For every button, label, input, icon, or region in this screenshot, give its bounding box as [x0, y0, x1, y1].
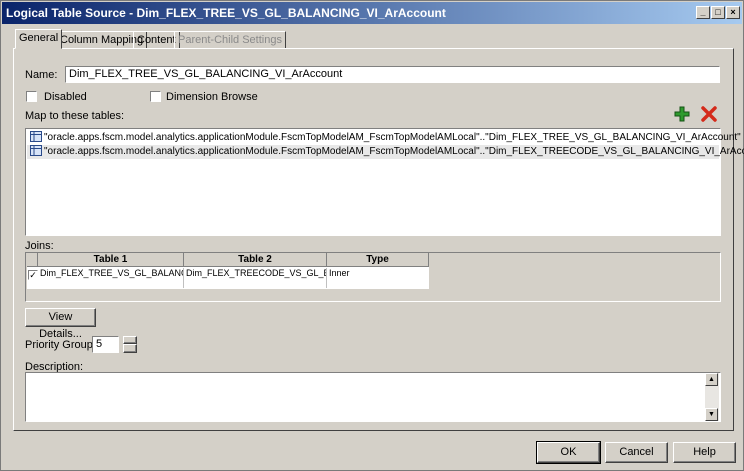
minimize-button[interactable]: _ — [696, 6, 710, 19]
priority-group-stepper[interactable] — [123, 336, 137, 353]
joins-header-type: Type — [327, 253, 429, 267]
dialog-window: Logical Table Source - Dim_FLEX_TREE_VS_… — [0, 0, 744, 471]
joins-table[interactable]: Table 1 Table 2 Type ✓ Dim_FLEX_TREE_VS_… — [25, 252, 721, 302]
joins-header-table1: Table 1 — [38, 253, 184, 267]
description-scrollbar[interactable]: ▲ ▼ — [705, 373, 719, 421]
disabled-label: Disabled — [44, 91, 87, 103]
priority-group-input[interactable]: 5 — [92, 336, 119, 353]
description-textarea[interactable]: ▲ ▼ — [25, 372, 721, 422]
join-row-checkbox[interactable]: ✓ — [28, 270, 38, 280]
stepper-down-button[interactable] — [123, 344, 137, 353]
title-bar[interactable]: Logical Table Source - Dim_FLEX_TREE_VS_… — [2, 2, 742, 24]
scroll-down-arrow-icon[interactable]: ▼ — [705, 408, 718, 421]
tab-general[interactable]: General — [15, 29, 63, 49]
name-input[interactable]: Dim_FLEX_TREE_VS_GL_BALANCING_VI_ArAccou… — [65, 66, 720, 83]
map-tables-label: Map to these tables: — [25, 110, 125, 122]
scroll-up-arrow-icon[interactable]: ▲ — [705, 373, 718, 386]
join-table1-cell[interactable]: Dim_FLEX_TREE_VS_GL_BALANCING_VI_ArAccou… — [39, 268, 184, 288]
map-table-text: "oracle.apps.fscm.model.analytics.applic… — [44, 146, 744, 157]
add-icon — [674, 106, 690, 122]
close-button[interactable]: × — [726, 6, 740, 19]
table-icon — [30, 131, 42, 142]
join-type-cell[interactable]: Inner — [328, 268, 429, 288]
joins-label: Joins: — [25, 240, 54, 252]
list-item[interactable]: "oracle.apps.fscm.model.analytics.applic… — [30, 131, 741, 145]
priority-group-label: Priority Group: — [25, 339, 96, 351]
dimension-browse-label: Dimension Browse — [166, 91, 258, 103]
cancel-button[interactable]: Cancel — [605, 442, 668, 463]
joins-select-header — [27, 253, 38, 267]
ok-button[interactable]: OK — [536, 441, 601, 464]
map-tables-list[interactable]: "oracle.apps.fscm.model.analytics.applic… — [25, 128, 744, 236]
maximize-button[interactable]: □ — [711, 6, 725, 19]
name-label: Name: — [25, 69, 58, 81]
add-table-button[interactable] — [674, 106, 690, 122]
map-table-text: "oracle.apps.fscm.model.analytics.applic… — [44, 132, 741, 143]
table-icon — [30, 145, 42, 156]
view-details-button[interactable]: View Details... — [25, 308, 96, 340]
tab-parent-child-settings: Parent-Child Settings — [174, 31, 286, 49]
stepper-up-button[interactable] — [123, 336, 137, 344]
joins-header-table2: Table 2 — [184, 253, 327, 267]
disabled-checkbox[interactable] — [26, 91, 37, 102]
tab-content[interactable]: Content — [133, 31, 180, 49]
general-panel: Name: Dim_FLEX_TREE_VS_GL_BALANCING_VI_A… — [13, 48, 744, 431]
priority-group-value: 5 — [96, 338, 103, 350]
name-input-value: Dim_FLEX_TREE_VS_GL_BALANCING_VI_ArAccou… — [69, 68, 343, 80]
help-button[interactable]: Help — [673, 442, 736, 463]
list-item[interactable]: "oracle.apps.fscm.model.analytics.applic… — [27, 145, 744, 159]
dimension-browse-checkbox[interactable] — [150, 91, 161, 102]
joins-grid: Table 1 Table 2 Type ✓ Dim_FLEX_TREE_VS_… — [27, 253, 429, 289]
join-table2-cell[interactable]: Dim_FLEX_TREECODE_VS_GL_BALANCING_VI_ArA… — [185, 268, 327, 288]
delete-icon — [701, 106, 717, 122]
remove-table-button[interactable] — [701, 106, 717, 122]
window-title: Logical Table Source - Dim_FLEX_TREE_VS_… — [6, 6, 446, 20]
